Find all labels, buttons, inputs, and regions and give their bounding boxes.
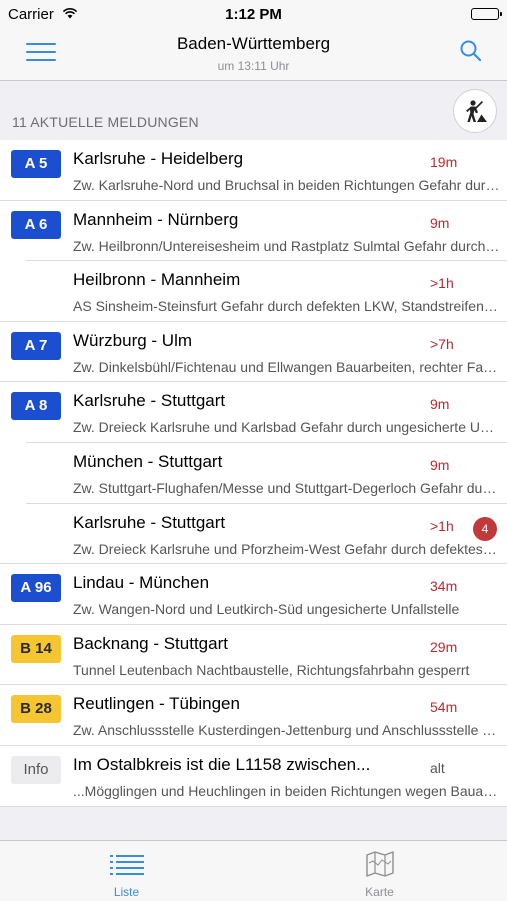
map-icon	[366, 851, 394, 882]
report-description: ...Mögglingen und Heuchlingen in beiden …	[73, 783, 500, 799]
route-title: Karlsruhe - Stuttgart	[73, 512, 226, 532]
report-age: 9m	[430, 457, 450, 473]
report-age: 29m	[430, 638, 458, 655]
list-item[interactable]: München - Stuttgart 9m Zw. Stuttgart-Flugh…	[0, 443, 507, 504]
tab-liste-label: Liste	[113, 885, 140, 899]
section-header: 11 AKTUELLE MELDUNGEN	[0, 81, 507, 140]
road-badge: A 5	[11, 150, 61, 178]
search-icon[interactable]	[458, 38, 484, 64]
list-item[interactable]: A 5 Karlsruhe - Heidelberg 19m Zw. Karlsruh…	[0, 140, 507, 201]
list-icon	[110, 854, 144, 881]
report-description: Tunnel Leutenbach Nachtbaustelle, Richtu…	[73, 661, 470, 678]
navigation-bar: Baden-Württemberg um 13:11 Uhr	[0, 30, 507, 81]
route-title: Karlsruhe - Stuttgart	[73, 391, 226, 411]
road-badge: A 96	[11, 574, 61, 603]
report-description: AS Sinsheim-Steinsfurt Gefahr durch defe…	[73, 298, 500, 315]
reports-count: 11 AKTUELLE MELDUNGEN	[12, 114, 199, 130]
list-item[interactable]: A 7 Würzburg - Ulm >7h Zw. Dinkelsbühl/Fich…	[0, 322, 507, 383]
list-item[interactable]: B 14 Backnang - Stuttgart 29m Tunnel Leuten…	[0, 625, 507, 686]
report-description: Zw. Heilbronn/Untereisesheim und Rastpla…	[73, 237, 500, 254]
list-item[interactable]: Karlsruhe - Stuttgart >1h 4 Zw. Dreieck Kar…	[0, 504, 507, 565]
report-age: >7h	[430, 335, 454, 352]
report-age: 9m	[430, 214, 450, 231]
report-age: 54m	[430, 699, 458, 716]
report-count-badge: 4	[473, 516, 497, 541]
roadwork-icon[interactable]	[453, 89, 497, 133]
route-title: Mannheim - Nürnberg	[73, 209, 239, 229]
list-item[interactable]: A 96 Lindau - München 34m Zw. Wangen-Nord u…	[0, 564, 507, 625]
list-item[interactable]: B 28 Reutlingen - Tübingen 54m Zw. Anschlus…	[0, 685, 507, 746]
route-title: Lindau - München	[73, 573, 210, 593]
status-bar: Carrier 1:12 PM	[0, 0, 507, 30]
route-title: Würzburg - Ulm	[73, 330, 193, 350]
route-title: Im Ostalbkreis ist die L1158 zwischen...	[73, 755, 371, 774]
report-age: alt	[430, 760, 445, 776]
list-item[interactable]: A 8 Karlsruhe - Stuttgart 9m Zw. Dreieck Ka…	[0, 382, 507, 443]
report-age: 9m	[430, 396, 450, 413]
road-badge: A 6	[11, 210, 61, 239]
list-item[interactable]: Heilbronn - Mannheim >1h AS Sinsheim-Stein…	[0, 261, 507, 322]
tab-liste[interactable]: Liste	[0, 841, 253, 901]
report-description: Zw. Anschlussstelle Kusterdingen-Jettenb…	[73, 722, 500, 739]
road-badge: B 14	[11, 634, 61, 663]
tab-karte[interactable]: Karte	[253, 841, 506, 901]
report-description: Zw. Stuttgart-Flughafen/Messe und Stuttg…	[73, 480, 500, 496]
route-title: München - Stuttgart	[73, 452, 223, 471]
report-description: Zw. Dinkelsbühl/Fichtenau und Ellwangen …	[73, 358, 500, 375]
road-badge: Info	[11, 756, 61, 784]
battery-icon	[471, 8, 502, 20]
report-description: Zw. Dreieck Karlsruhe und Pforzheim-West…	[73, 540, 500, 557]
route-title: Reutlingen - Tübingen	[73, 694, 240, 714]
route-title: Heilbronn - Mannheim	[73, 270, 241, 290]
tab-bar: Liste Karte	[0, 840, 507, 901]
tab-karte-label: Karte	[365, 885, 394, 899]
report-description: Zw. Wangen-Nord und Leutkirch-Süd ungesi…	[73, 601, 460, 618]
report-age: >1h	[430, 517, 454, 534]
list-item[interactable]: Info Im Ostalbkreis ist die L1158 zwische…	[0, 746, 507, 807]
road-badge: B 28	[11, 695, 61, 724]
route-title: Backnang - Stuttgart	[73, 633, 228, 653]
report-age: 19m	[430, 154, 458, 170]
route-title: Karlsruhe - Heidelberg	[73, 149, 244, 168]
status-time: 1:12 PM	[225, 6, 282, 23]
update-time: um 13:11 Uhr	[217, 59, 290, 73]
reports-list: A 5 Karlsruhe - Heidelberg 19m Zw. Karlsruh…	[0, 140, 507, 807]
road-badge: A 7	[11, 331, 61, 360]
row-separator	[0, 805, 507, 807]
report-description: Zw. Karlsruhe-Nord und Bruchsal in beide…	[73, 177, 500, 193]
report-age: 34m	[430, 578, 458, 595]
road-badge: A 8	[11, 392, 61, 421]
page-title: Baden-Württemberg	[176, 34, 331, 53]
report-description: Zw. Dreieck Karlsruhe und Karlsbad Gefah…	[73, 419, 500, 436]
report-age: >1h	[430, 275, 454, 292]
list-item[interactable]: A 6 Mannheim - Nürnberg 9m Zw. Heilbronn/Un…	[0, 201, 507, 262]
